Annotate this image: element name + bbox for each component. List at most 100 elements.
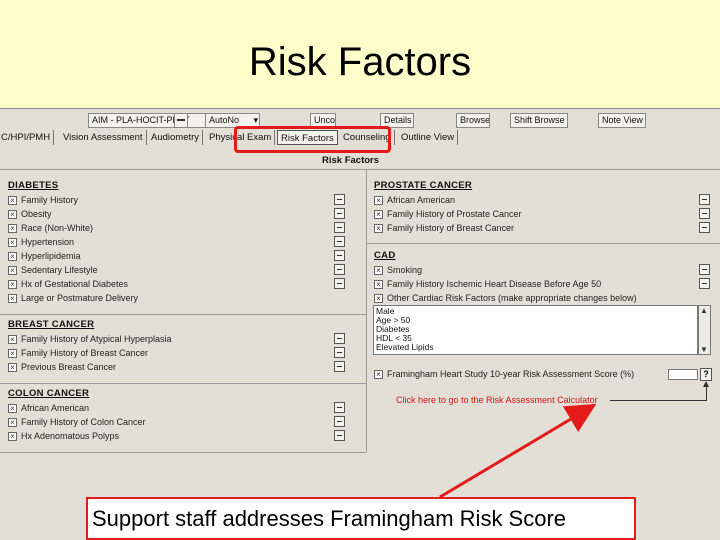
item-label: Smoking [387, 265, 423, 275]
section-title-colon-cancer: COLON CANCER [8, 388, 90, 399]
scroll-down-icon[interactable]: ▼ [700, 345, 708, 354]
checkbox[interactable]: × [8, 209, 17, 219]
column-divider [366, 170, 367, 452]
list-item[interactable]: × Family History of Colon Cancer [8, 415, 146, 429]
list-item[interactable]: × Family History of Atypical Hyperplasia [8, 332, 172, 346]
checkbox[interactable]: × [8, 195, 17, 205]
checkbox[interactable]: × [8, 403, 17, 413]
cad-button-column [699, 264, 710, 292]
checkbox[interactable]: × [374, 223, 383, 233]
list-item[interactable]: × African American [8, 401, 146, 415]
checkbox[interactable]: × [8, 293, 17, 303]
dash-button[interactable] [334, 264, 345, 275]
dash-button[interactable] [699, 264, 710, 275]
dash-button[interactable] [334, 333, 345, 344]
list-item[interactable]: × Hypertension [8, 235, 138, 249]
checkbox[interactable]: × [8, 265, 17, 275]
note-line: Elevated Lipids [376, 342, 434, 352]
checkbox[interactable]: × [8, 251, 17, 261]
list-item[interactable]: × Hyperlipidemia [8, 249, 138, 263]
checkbox[interactable]: × [8, 417, 17, 427]
checkbox[interactable]: × [8, 223, 17, 233]
panel-title: Risk Factors [322, 155, 380, 166]
dash-button[interactable] [334, 278, 345, 289]
section-title-diabetes: DIABETES [8, 180, 59, 191]
dash-button[interactable] [334, 208, 345, 219]
dash-button[interactable] [334, 250, 345, 261]
dash-button[interactable] [334, 402, 345, 413]
framingham-score-input[interactable] [668, 369, 698, 380]
tab-vision-assessment[interactable]: Vision Assessment [60, 130, 147, 145]
checkbox[interactable]: × [374, 279, 383, 289]
tab-chpi-pmh[interactable]: C/HPI/PMH [0, 130, 55, 145]
checkbox[interactable]: × [8, 279, 17, 289]
list-item[interactable]: × Hx Adenomatous Polyps [8, 429, 146, 443]
scroll-up-icon[interactable]: ▲ [700, 306, 708, 315]
checkbox[interactable]: × [374, 209, 383, 219]
dash-button[interactable] [699, 194, 710, 205]
risk-factors-tab-highlight [234, 126, 391, 153]
section-divider [0, 452, 366, 453]
cad-notes-textarea[interactable]: Male Age > 50 Diabetes HDL < 35 Elevated… [373, 305, 698, 355]
list-item[interactable]: × Hx of Gestational Diabetes [8, 277, 138, 291]
textarea-scrollbar[interactable]: ▲ ▼ [698, 305, 711, 355]
checkbox[interactable]: × [8, 431, 17, 441]
link-leader-line [706, 385, 707, 401]
browse-button[interactable]: Browse [456, 113, 490, 128]
dash-button[interactable] [334, 236, 345, 247]
list-item[interactable]: × Previous Breast Cancer [8, 360, 172, 374]
list-item[interactable]: × Obesity [8, 207, 138, 221]
dash-button[interactable] [334, 194, 345, 205]
list-item[interactable]: × Race (Non-White) [8, 221, 138, 235]
section-divider [0, 314, 366, 315]
risk-calculator-link[interactable]: Click here to go to the Risk Assessment … [396, 395, 598, 405]
item-label: Family History [21, 195, 79, 205]
note-view-button[interactable]: Note View [598, 113, 646, 128]
item-label: Hypertension [21, 237, 75, 247]
checkbox[interactable]: × [374, 369, 383, 379]
item-label: Previous Breast Cancer [21, 362, 117, 372]
item-label: Family History of Atypical Hyperplasia [21, 334, 172, 344]
list-item[interactable]: × Family History [8, 193, 138, 207]
list-item[interactable]: × Family History of Prostate Cancer [374, 207, 522, 221]
dash-button[interactable] [334, 347, 345, 358]
breast-cancer-section: BREAST CANCER × Family History of Atypica… [8, 319, 172, 374]
dash-button[interactable] [334, 416, 345, 427]
note-line: Age > 50 [376, 315, 411, 325]
dash-button[interactable] [334, 430, 345, 441]
item-label: Family History of Colon Cancer [21, 417, 146, 427]
checkbox[interactable]: × [374, 265, 383, 275]
list-item[interactable]: × Other Cardiac Risk Factors (make approp… [374, 291, 637, 305]
shift-browse-button[interactable]: Shift Browse [510, 113, 568, 128]
item-label: Other Cardiac Risk Factors (make appropr… [387, 293, 637, 303]
list-item[interactable]: × Family History of Breast Cancer [374, 221, 522, 235]
list-item[interactable]: × Smoking [374, 263, 637, 277]
checkbox[interactable]: × [8, 334, 17, 344]
item-label: African American [21, 403, 90, 413]
list-item[interactable]: × Large or Postmature Delivery [8, 291, 138, 305]
list-item[interactable]: × Family History Ischemic Heart Disease B… [374, 277, 637, 291]
help-button[interactable]: ? [700, 368, 712, 381]
list-item[interactable]: × Sedentary Lifestyle [8, 263, 138, 277]
item-label: Race (Non-White) [21, 223, 94, 233]
dash-button[interactable] [699, 222, 710, 233]
checkbox[interactable]: × [8, 237, 17, 247]
diabetes-section: DIABETES × Family History × Obesity × Race … [8, 180, 138, 305]
checkbox[interactable]: × [8, 362, 17, 372]
tab-audiometry[interactable]: Audiometry [148, 130, 204, 145]
list-item[interactable]: × Family History of Breast Cancer [8, 346, 172, 360]
checkbox[interactable]: × [8, 348, 17, 358]
grid-button[interactable] [174, 113, 188, 128]
framingham-row[interactable]: × Framingham Heart Study 10-year Risk Ass… [374, 367, 634, 381]
dash-button[interactable] [699, 208, 710, 219]
section-title-breast-cancer: BREAST CANCER [8, 319, 95, 330]
section-divider [366, 243, 720, 244]
tab-outline-view[interactable]: Outline View [398, 130, 459, 145]
checkbox[interactable]: × [374, 195, 383, 205]
dash-button[interactable] [334, 361, 345, 372]
dash-button[interactable] [699, 278, 710, 289]
item-label: Hx Adenomatous Polyps [21, 431, 120, 441]
dash-button[interactable] [334, 222, 345, 233]
list-item[interactable]: × African American [374, 193, 522, 207]
checkbox[interactable]: × [374, 293, 383, 303]
